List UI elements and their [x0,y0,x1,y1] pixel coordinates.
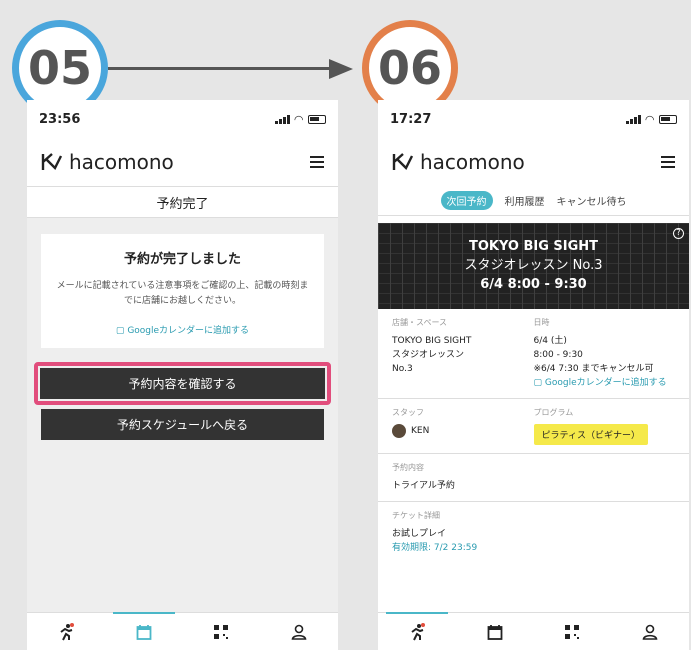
google-calendar-label: Googleカレンダーに追加する [544,378,667,388]
signal-icon [625,114,641,124]
tab-qr[interactable] [183,613,261,650]
user-icon [291,624,307,640]
ticket-expiry: 有効期限: 7/2 23:59 [392,543,478,553]
step-05-number: 05 [27,41,92,95]
step-arrow-head [329,59,353,79]
date-line: 6/4 (土) [533,336,567,346]
tab-activity[interactable] [27,613,105,650]
app-header: hacomono [27,138,338,186]
program-tag[interactable]: ピラティス（ビギナー） [533,424,648,445]
tab-calendar[interactable] [105,612,183,650]
completion-message: メールに記載されている注意事項をご確認の上、記載の時刻までに店舗にお越しください… [56,281,309,306]
status-time: 23:56 [39,111,81,127]
highlight-frame: 予約内容を確認する [34,362,331,405]
hacomono-logo-icon [41,153,63,171]
tab-waitlist[interactable]: キャンセル待ち [557,193,627,208]
brand-name: hacomono [69,150,174,174]
google-calendar-link[interactable]: ▢ Googleカレンダーに追加する [53,323,312,336]
status-time: 17:27 [390,111,432,127]
ticket-name: お試しプレイ [392,529,447,539]
reservation-tabs: 次回予約 利用履歴 キャンセル待ち [378,186,689,216]
run-icon [60,622,74,640]
ticket-section: チケット詳細 お試しプレイ 有効期限: 7/2 23:59 [378,502,689,563]
completion-card: 予約が完了しました メールに記載されている注意事項をご確認の上、記載の時刻までに… [41,234,324,348]
menu-icon[interactable] [310,156,324,168]
step-arrow [108,67,332,70]
phone-next-reservation: 17:27 ◠ hacomono 次回予約 利用履歴 キャンセル待ち ? TOK… [378,100,689,650]
hero-datetime: 6/4 8:00 - 9:30 [480,277,587,292]
tab-calendar[interactable] [456,613,534,650]
completion-title: 予約が完了しました [123,252,241,267]
wifi-icon: ◠ [294,112,303,126]
details-section: 店舗・スペース TOKYO BIG SIGHT スタジオレッスン No.3 日時… [378,309,689,399]
brand-logo[interactable]: hacomono [392,150,525,174]
qr-icon [214,624,229,639]
store-line: スタジオレッスン [392,350,465,360]
date-line: 8:00 - 9:30 [533,350,583,360]
battery-icon [659,114,677,124]
signal-icon [274,114,290,124]
menu-icon[interactable] [661,156,675,168]
tab-qr[interactable] [534,613,612,650]
app-header: hacomono [378,138,689,186]
brand-name: hacomono [420,150,525,174]
phone-booking-complete: 23:56 ◠ hacomono 予約完了 予約が完了しました メールに記載され… [27,100,338,650]
tab-next-reservation[interactable]: 次回予約 [440,191,493,210]
ticket-label: チケット詳細 [392,511,440,520]
tab-profile[interactable] [611,613,689,650]
store-label: 店舗・スペース [392,318,448,327]
hacomono-logo-icon [392,153,414,171]
calendar-icon [136,624,152,640]
page-title: 予約完了 [27,186,338,218]
confirm-reservation-button[interactable]: 予約内容を確認する [40,368,325,399]
brand-logo[interactable]: hacomono [41,150,174,174]
user-icon [642,624,658,640]
battery-icon [308,114,326,124]
bottom-tab-bar [378,612,689,650]
staff-label: スタッフ [392,408,424,417]
calendar-icon: ▢ [533,378,543,388]
content-label: 予約内容 [392,463,424,472]
qr-icon [565,624,580,639]
tab-profile[interactable] [260,613,338,650]
tab-activity[interactable] [378,612,456,650]
staff-program-section: スタッフ KEN プログラム ピラティス（ビギナー） [378,399,689,454]
google-calendar-label: Googleカレンダーに追加する [127,326,250,336]
staff-name: KEN [411,426,430,436]
status-bar: 17:27 ◠ [378,100,689,138]
hero-lesson: スタジオレッスン No.3 [464,258,603,273]
status-bar: 23:56 ◠ [27,100,338,138]
reservation-content-section: 予約内容 トライアル予約 [378,454,689,502]
google-calendar-link[interactable]: ▢ Googleカレンダーに追加する [534,376,676,390]
staff-avatar [392,424,406,438]
back-to-schedule-button[interactable]: 予約スケジュールへ戻る [41,409,324,440]
calendar-icon: ▢ [115,326,125,336]
bottom-tab-bar [27,612,338,650]
content-value: トライアル予約 [392,481,455,491]
lesson-hero: ? TOKYO BIG SIGHT スタジオレッスン No.3 6/4 8:00… [378,223,689,309]
step-06-number: 06 [377,41,442,95]
wifi-icon: ◠ [645,112,654,126]
program-label: プログラム [533,408,574,417]
store-line: TOKYO BIG SIGHT [392,336,472,346]
tab-history[interactable]: 利用履歴 [505,193,545,208]
cancel-deadline: ※6/4 7:30 までキャンセル可 [533,364,654,374]
run-icon [411,622,425,640]
calendar-icon [487,624,503,640]
date-label: 日時 [533,318,550,327]
store-line: No.3 [392,364,413,374]
hero-venue: TOKYO BIG SIGHT [468,239,599,254]
